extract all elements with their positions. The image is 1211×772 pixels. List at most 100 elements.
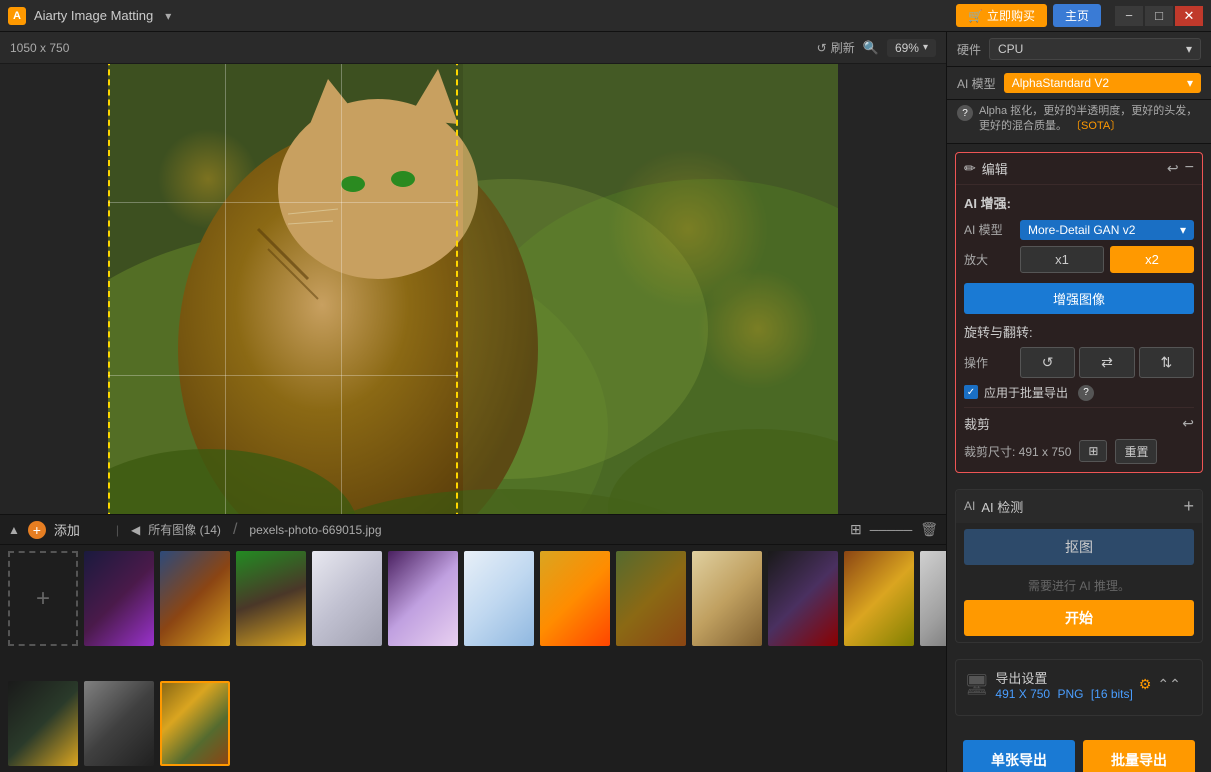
scale-x2-button[interactable]: x2 (1110, 246, 1194, 273)
scale-x1-button[interactable]: x1 (1020, 246, 1104, 273)
ai-enhance-model-select[interactable]: More-Detail GAN v2 ▾ (1020, 220, 1194, 240)
minimize-button[interactable]: − (1115, 6, 1143, 26)
ai-model-row: AI 模型 AlphaStandard V2 ▾ (947, 67, 1211, 100)
canvas-toolbar: 1050 x 750 ↺ 刷新 🔍 69% ▾ (0, 32, 946, 64)
matting-button[interactable]: 抠图 (964, 529, 1194, 565)
hardware-row: 硬件 CPU ▾ (947, 32, 1211, 67)
enhance-image-button[interactable]: 增强图像 (964, 283, 1194, 314)
undo-button[interactable]: ↩ (1167, 160, 1179, 177)
crop-reset-button[interactable]: 重置 (1115, 439, 1157, 464)
add-button[interactable]: + (28, 521, 46, 539)
filmstrip-bar: ▲ + 添加 | ◀ 所有图像 (14) / pexels-photo-6690… (0, 514, 946, 685)
thumb-inner (464, 551, 534, 646)
ai-model-desc: ? Alpha 抠化，更好的半透明度，更好的头发，更好的混合质量。 〔SOTA〕 (947, 100, 1211, 144)
cat-scene-svg (108, 64, 838, 514)
filmstrip-scroll[interactable]: + (0, 545, 946, 685)
hardware-select[interactable]: CPU ▾ (989, 38, 1201, 60)
batch-export-button[interactable]: 批量导出 (1083, 740, 1195, 772)
add-thumb-button[interactable]: + (8, 551, 78, 646)
ai-detect-section: AI AI 检测 + 抠图 需要进行 AI 推理。 开始 (955, 489, 1203, 643)
thumb-inner (768, 551, 838, 646)
thumb-inner (692, 551, 762, 646)
canvas-viewport[interactable] (0, 64, 946, 514)
title-bar: A Aiarty Image Matting ▾ 🛒 立即购买 主页 − □ ✕ (0, 0, 1211, 32)
edit-header: ✏ 编辑 ↩ − (956, 153, 1202, 185)
app-logo: A (8, 7, 26, 25)
title-chevron-icon: ▾ (165, 9, 171, 23)
thumb-inner (616, 551, 686, 646)
delete-button[interactable]: 🗑 (920, 521, 938, 538)
flip-v-button[interactable]: ⇅ (1139, 347, 1194, 378)
list-item[interactable] (768, 551, 838, 646)
export-settings-section: 🖥 导出设置 491 X 750 PNG [16 bits] ⚙ ⌃⌃ (955, 659, 1203, 716)
list-item[interactable] (844, 551, 914, 646)
breadcrumb-separator: / (233, 521, 237, 539)
ai-prompt-text: 需要进行 AI 推理。 (964, 571, 1194, 600)
ai-detect-icon: AI (964, 499, 975, 513)
size-slider[interactable]: ───── (870, 523, 913, 537)
crop-undo-button[interactable]: ↩ (1182, 415, 1194, 432)
crop-size: 裁剪尺寸: 491 x 750 (964, 443, 1071, 460)
thumb-inner (540, 551, 610, 646)
collapse-icon[interactable]: ⌃⌃ (1157, 676, 1180, 693)
zoom-control[interactable]: 69% ▾ (887, 39, 936, 57)
list-item[interactable] (8, 681, 78, 766)
export-title: 导出设置 (995, 668, 1132, 687)
plus-icon: + (36, 585, 50, 613)
ai-model-label: AI 模型 (957, 75, 996, 92)
apply-batch-checkbox[interactable]: ✓ (964, 385, 978, 399)
list-item[interactable] (160, 551, 230, 646)
crop-header: 裁剪 ↩ (964, 414, 1194, 433)
flip-h-button[interactable]: ⇄ (1079, 347, 1134, 378)
rotate-left-button[interactable]: ↺ (1020, 347, 1075, 378)
list-item[interactable] (920, 551, 946, 646)
right-panel: 硬件 CPU ▾ AI 模型 AlphaStandard V2 ▾ ? Alph… (946, 32, 1211, 772)
list-item[interactable] (540, 551, 610, 646)
list-item[interactable] (464, 551, 534, 646)
start-button[interactable]: 开始 (964, 600, 1194, 636)
edit-body: AI 增强: AI 模型 More-Detail GAN v2 ▾ 放大 x1 … (956, 185, 1202, 472)
list-item[interactable] (312, 551, 382, 646)
home-button[interactable]: 主页 (1053, 4, 1101, 27)
maximize-button[interactable]: □ (1145, 6, 1173, 26)
crop-frame-button[interactable]: ⊞ (1079, 440, 1107, 462)
search-icon: 🔍 (863, 40, 879, 56)
refresh-button[interactable]: ↺ 刷新 (817, 39, 855, 56)
list-item[interactable] (388, 551, 458, 646)
close-button[interactable]: ✕ (1175, 6, 1203, 26)
edit-section: ✏ 编辑 ↩ − AI 增强: AI 模型 More-Detail GAN v2… (955, 152, 1203, 473)
list-item[interactable] (84, 551, 154, 646)
single-export-button[interactable]: 单张导出 (963, 740, 1075, 772)
left-arrow-icon[interactable]: ◀ (131, 523, 140, 537)
list-item[interactable] (692, 551, 762, 646)
list-item-selected[interactable] (160, 681, 230, 766)
collapse-button[interactable]: − (1185, 159, 1194, 177)
ai-detect-add-button[interactable]: + (1183, 496, 1194, 517)
buy-button[interactable]: 🛒 立即购买 (956, 4, 1047, 27)
filmstrip-row2 (0, 677, 946, 772)
apply-batch-row: ✓ 应用于批量导出 ? (964, 384, 1194, 401)
list-item[interactable] (84, 681, 154, 766)
settings-icon[interactable]: ⚙ (1139, 676, 1152, 693)
chevron-down-icon: ▾ (1187, 76, 1193, 90)
ai-detect-header: AI AI 检测 + (956, 490, 1202, 523)
app-title: Aiarty Image Matting (34, 8, 153, 23)
breadcrumb-file: pexels-photo-669015.jpg (249, 523, 381, 537)
grid-view-icon[interactable]: ⊞ (850, 521, 862, 538)
crop-info-row: 裁剪尺寸: 491 x 750 ⊞ 重置 (964, 439, 1194, 464)
export-settings-header: 🖥 导出设置 491 X 750 PNG [16 bits] ⚙ ⌃⌃ (964, 668, 1194, 701)
list-item[interactable] (236, 551, 306, 646)
export-buttons-row: 单张导出 批量导出 (955, 732, 1203, 772)
thumb-inner (388, 551, 458, 646)
help-icon[interactable]: ? (957, 105, 973, 121)
canvas-area: 1050 x 750 ↺ 刷新 🔍 69% ▾ (0, 32, 946, 772)
list-item[interactable] (616, 551, 686, 646)
sep1: | (116, 523, 119, 537)
ai-model-select[interactable]: AlphaStandard V2 ▾ (1004, 73, 1201, 93)
chevron-down-icon: ▾ (1186, 42, 1192, 56)
apply-help-icon[interactable]: ? (1078, 385, 1094, 401)
refresh-icon: ↺ (817, 41, 827, 55)
filmstrip-toggle[interactable]: ▲ (8, 523, 20, 537)
sota-badge: 〔SOTA〕 (1070, 120, 1121, 132)
add-label: 添加 (54, 520, 104, 539)
